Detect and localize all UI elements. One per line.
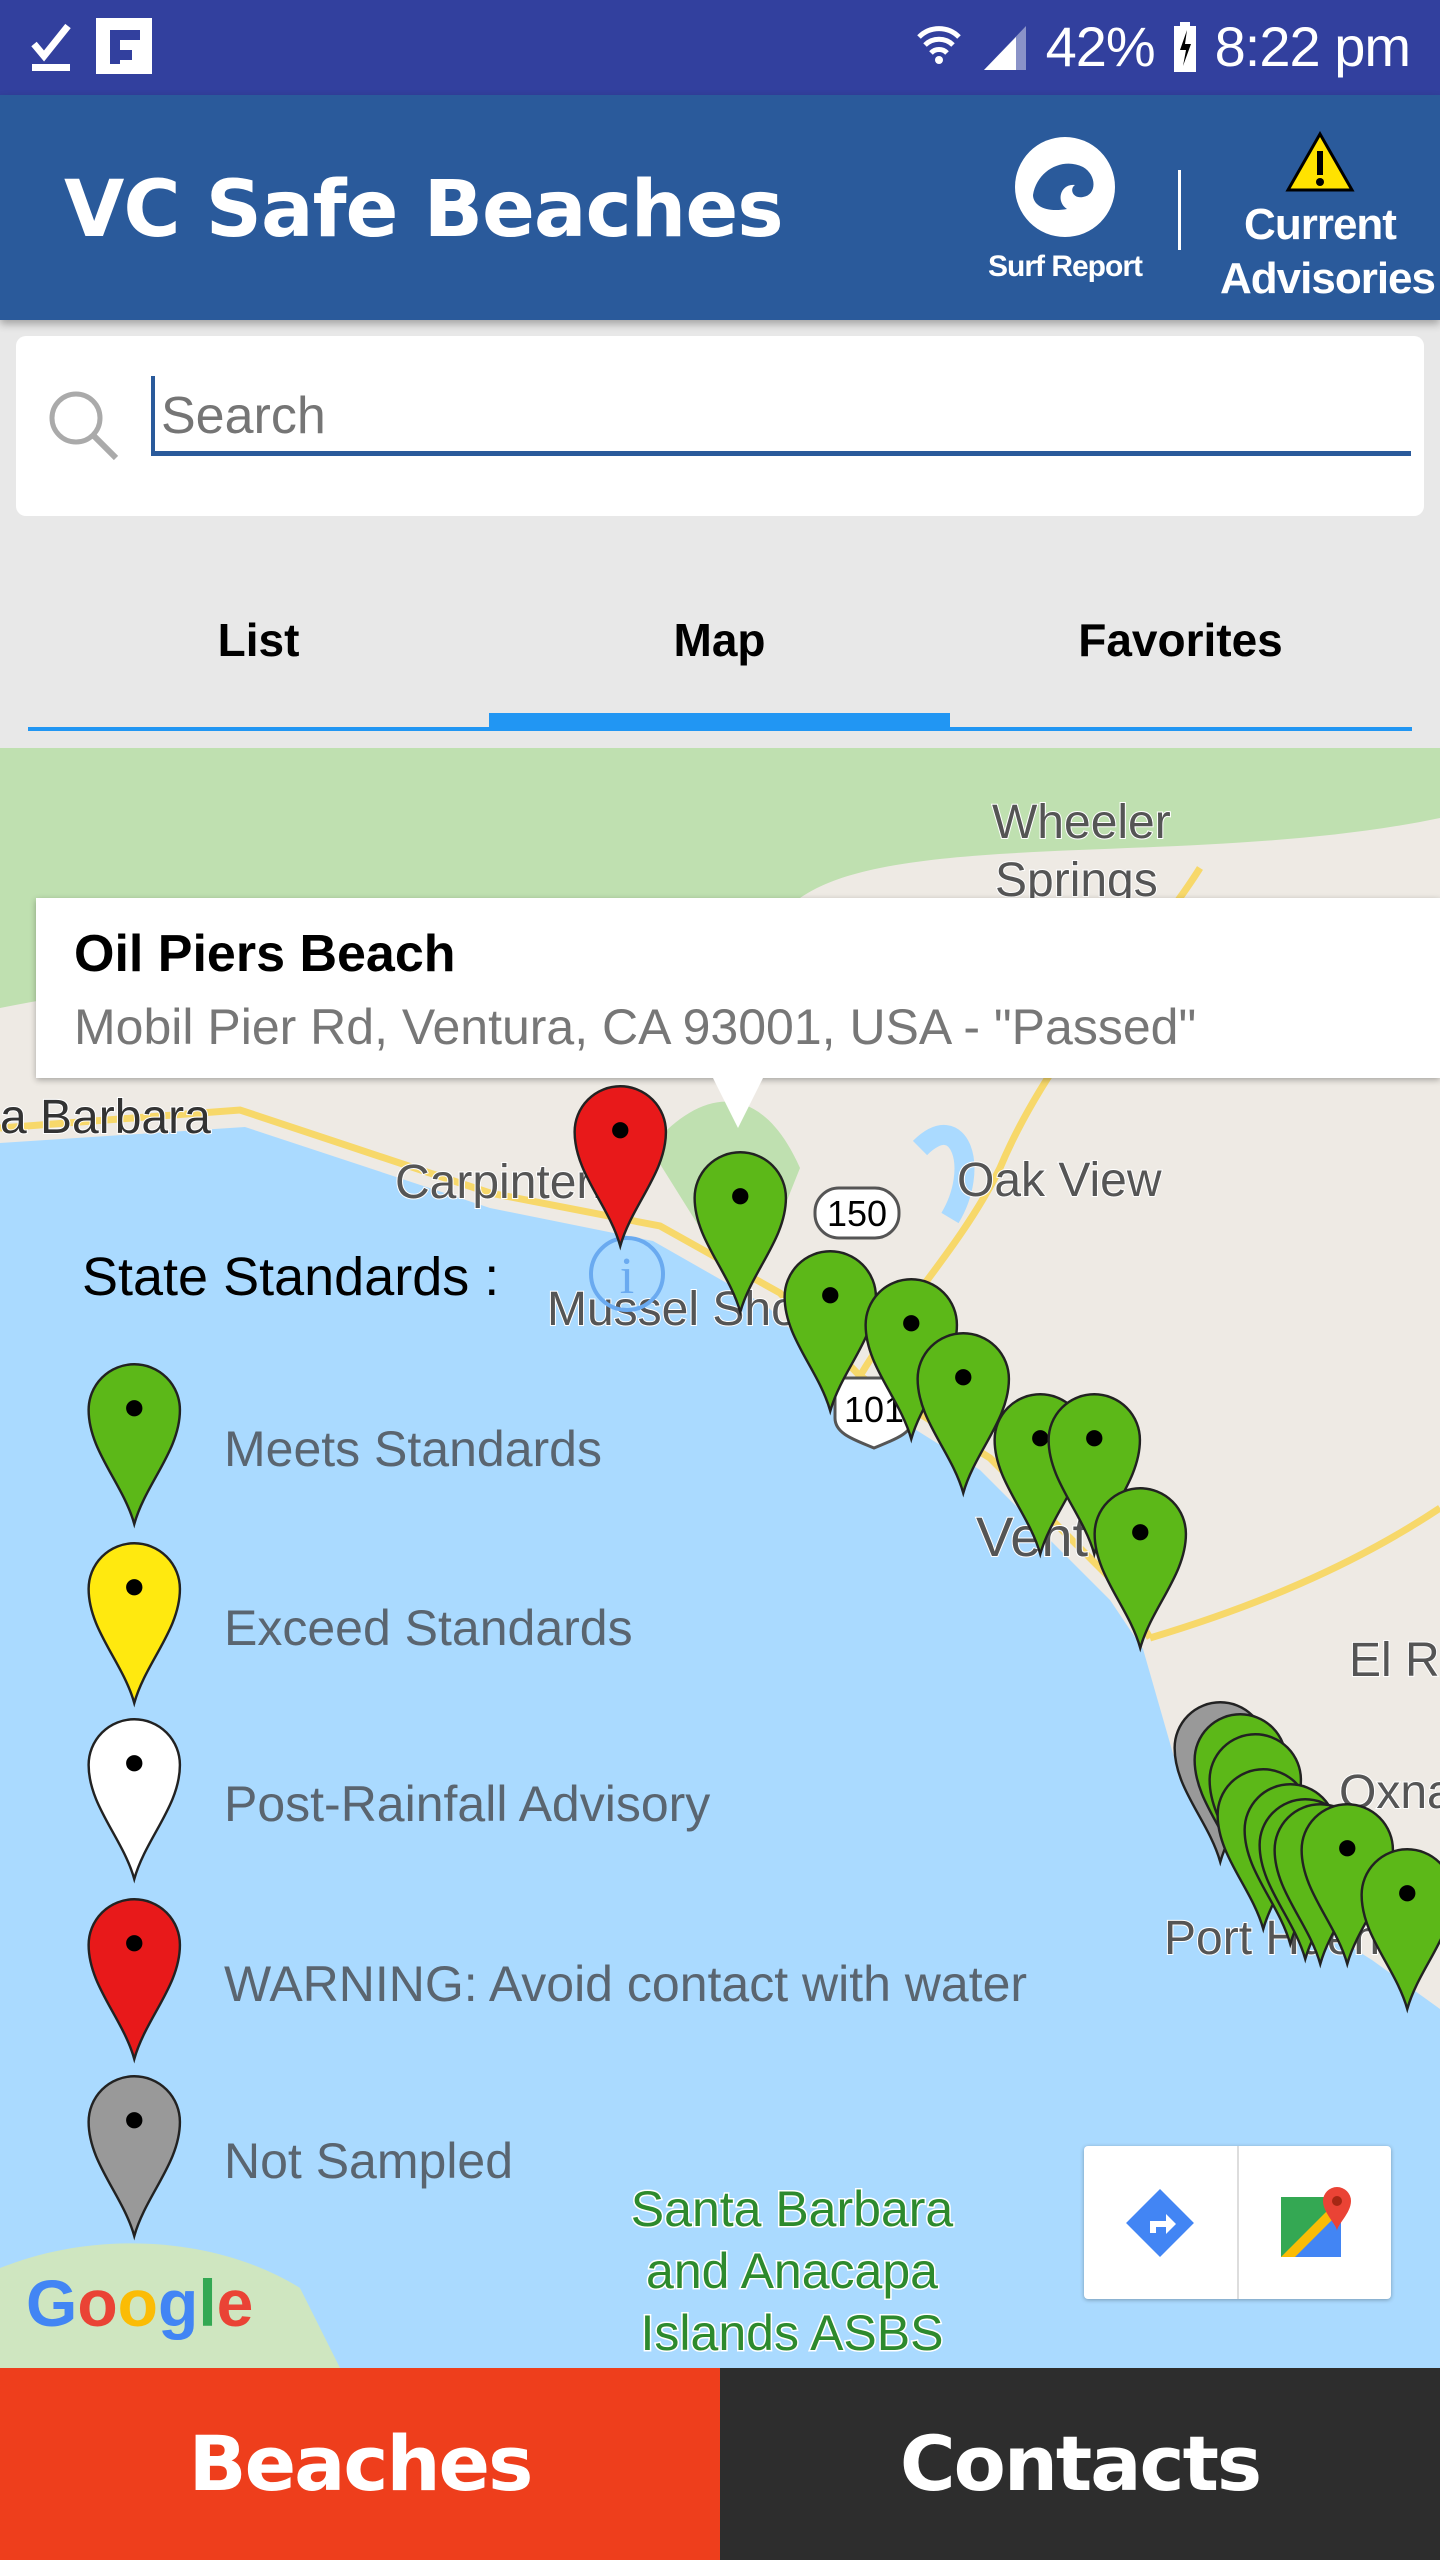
signal-icon: [983, 25, 1026, 70]
current-advisories-button[interactable]: Current Advisories: [1220, 130, 1436, 306]
tab-list[interactable]: List: [28, 555, 489, 725]
wave-logo-icon: [1015, 137, 1115, 237]
info-window-title: Oil Piers Beach: [74, 925, 456, 983]
battery-percent: 42%: [1045, 15, 1156, 78]
surf-report-button[interactable]: Surf Report: [980, 135, 1150, 284]
surf-report-label: Surf Report: [988, 250, 1143, 283]
legend-title: State Standards :: [82, 1247, 499, 1307]
flipboard-icon: [96, 18, 152, 74]
asbs-label: Santa Barbara: [631, 2181, 954, 2237]
tab-favorites[interactable]: Favorites: [950, 555, 1411, 725]
asbs-label: Islands ASBS: [641, 2305, 944, 2361]
battery-charging-icon: [1173, 21, 1196, 72]
svg-text:i: i: [620, 1248, 634, 1305]
asbs-label: and Anacapa: [646, 2243, 938, 2299]
map-label: Oak View: [957, 1154, 1162, 1207]
wifi-icon: [916, 25, 961, 64]
search-icon: [49, 391, 119, 461]
tab-bar: List Map Favorites: [28, 555, 1412, 735]
route-150-label: 150: [827, 1193, 887, 1234]
google-maps-icon: [1280, 2186, 1351, 2257]
status-bar: 42% 8:22 pm: [0, 0, 1440, 95]
advisories-label-1: Current: [1244, 200, 1397, 249]
info-window[interactable]: Oil Piers Beach Mobil Pier Rd, Ventura, …: [36, 898, 1440, 1128]
advisories-label-2: Advisories: [1220, 254, 1436, 303]
map-label: Wheeler: [992, 796, 1171, 849]
task-check-icon: [31, 23, 71, 71]
clock: 8:22 pm: [1214, 15, 1411, 78]
legend-label: Not Sampled: [224, 2133, 513, 2189]
active-tab-indicator: [489, 713, 950, 731]
map-label: Carpinteri: [395, 1156, 603, 1209]
google-logo: Google: [26, 2266, 253, 2340]
legend-label: Meets Standards: [224, 1421, 602, 1477]
warning-icon: [1285, 130, 1355, 192]
contacts-nav-button[interactable]: Contacts: [720, 2368, 1440, 2560]
legend-label: Post-Rainfall Advisory: [224, 1776, 710, 1832]
map-label: a Barbara: [0, 1091, 211, 1144]
info-window-pointer: [712, 1076, 764, 1128]
search-input[interactable]: [151, 376, 1411, 456]
map-label: Mussel Sho: [547, 1283, 798, 1336]
open-in-maps-button[interactable]: [1239, 2146, 1392, 2299]
map-label: El Ri: [1349, 1634, 1440, 1687]
search-card: [16, 336, 1424, 516]
legend-label: WARNING: Avoid contact with water: [224, 1956, 1027, 2012]
beaches-nav-button[interactable]: Beaches: [0, 2368, 720, 2560]
directions-button[interactable]: [1084, 2146, 1239, 2299]
app-bar: VC Safe Beaches Surf Report Current Advi…: [0, 95, 1440, 320]
legend-label: Exceed Standards: [224, 1600, 633, 1656]
divider: [1178, 170, 1181, 250]
map-toolbar: [1084, 2146, 1391, 2299]
info-window-subtitle: Mobil Pier Rd, Ventura, CA 93001, USA - …: [74, 999, 1197, 1055]
app-title: VC Safe Beaches: [64, 165, 784, 255]
directions-icon: [1126, 2188, 1195, 2257]
tab-map[interactable]: Map: [489, 555, 950, 725]
